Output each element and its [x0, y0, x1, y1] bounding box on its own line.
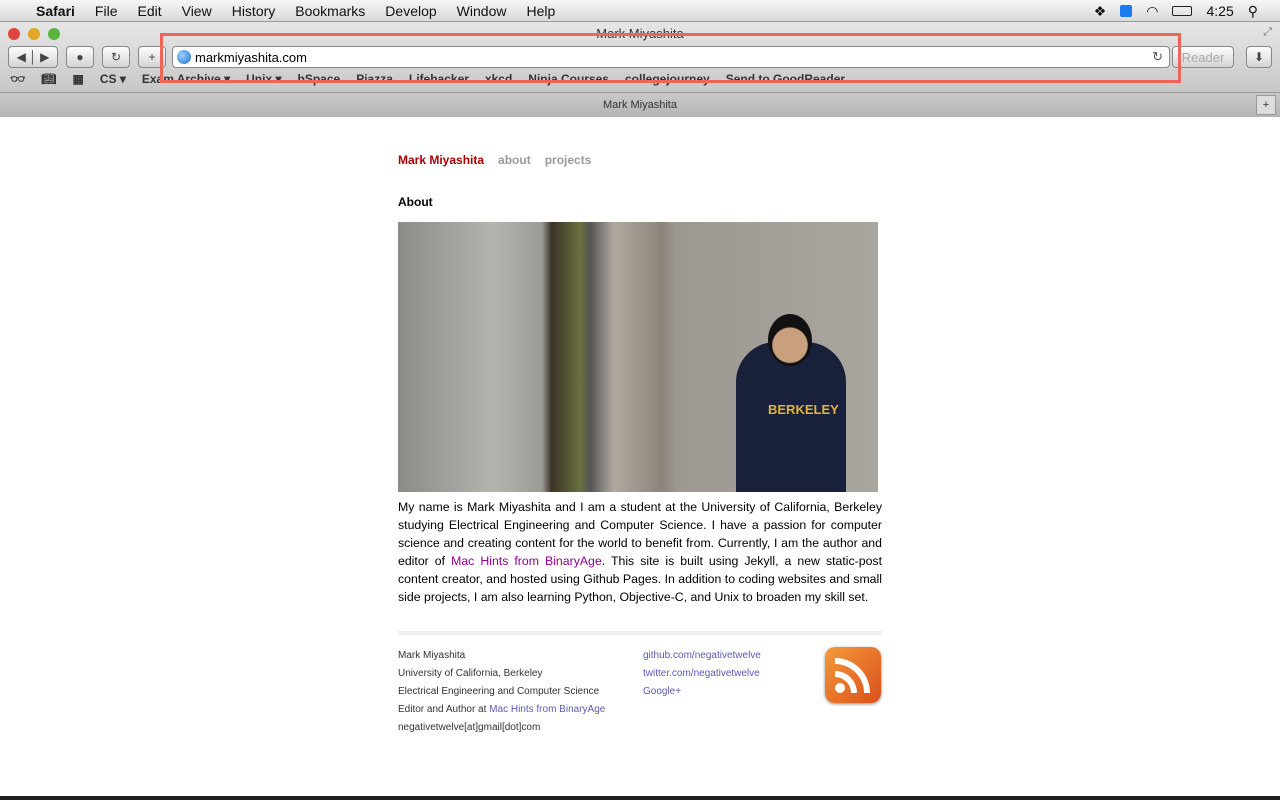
back-icon[interactable]: ◀	[17, 50, 26, 64]
back-forward-buttons[interactable]: ◀ │ ▶	[8, 46, 58, 68]
downloads-button[interactable]: ⬇	[1246, 46, 1272, 68]
sweatshirt-text: BERKELEY	[768, 402, 839, 417]
refresh-icon: ↻	[110, 50, 122, 64]
person-head	[768, 314, 812, 366]
bookmark-xkcd[interactable]: xkcd	[485, 72, 512, 86]
minimize-window-button[interactable]	[28, 28, 40, 40]
wifi-icon[interactable]: ◠	[1146, 3, 1158, 20]
url-text[interactable]: markmiyashita.com	[195, 50, 307, 65]
screen-bottom-edge	[0, 796, 1280, 800]
bookmark-goodreader[interactable]: Send to GoodReader	[726, 72, 845, 86]
bio-paragraph: My name is Mark Miyashita and I am a stu…	[398, 498, 882, 606]
menu-bar: Safari File Edit View History Bookmarks …	[0, 0, 1280, 22]
footer-links: github.com/negativetwelve twitter.com/ne…	[643, 647, 823, 737]
footer-school: University of California, Berkeley	[398, 668, 543, 679]
menu-view[interactable]: View	[182, 3, 212, 19]
rss-icon[interactable]	[825, 647, 881, 703]
google-plus-link[interactable]: Google+	[643, 686, 681, 697]
reading-list-icon[interactable]: 👓︎	[10, 72, 25, 86]
footer-name: Mark Miyashita	[398, 650, 466, 661]
bookmarks-bar: 👓︎ 📖︎ ▦ CS ▾ Exam Archive ▾ Unix ▾ bSpac…	[10, 72, 845, 86]
hand-button[interactable]: ●	[66, 46, 94, 68]
menu-develop[interactable]: Develop	[385, 3, 436, 19]
bookmark-bspace[interactable]: bSpace	[298, 72, 341, 86]
download-icon: ⬇	[1253, 50, 1265, 64]
bookmark-lifehacker[interactable]: Lifehacker	[409, 72, 469, 86]
menu-help[interactable]: Help	[526, 3, 555, 19]
browser-toolbar: Mark Miyashita ⤢ ◀ │ ▶ ● ↻ + markmiyashi…	[0, 22, 1280, 117]
clock[interactable]: 4:25	[1206, 3, 1233, 19]
footer-contact: Mark Miyashita University of California,…	[398, 647, 643, 737]
spotlight-icon[interactable]: ⚲	[1248, 3, 1258, 20]
dropbox-icon[interactable]: ❖	[1094, 3, 1107, 20]
address-bar[interactable]: markmiyashita.com ↻	[172, 46, 1170, 68]
menu-file[interactable]: File	[95, 3, 118, 19]
bookmark-ninja-courses[interactable]: Ninja Courses	[528, 72, 609, 86]
new-tab-button[interactable]: +	[1256, 95, 1276, 115]
bookmark-collegejourney[interactable]: collegejourney	[625, 72, 710, 86]
footer-email: negativetwelve[at]gmail[dot]com	[398, 722, 541, 733]
window-title: Mark Miyashita	[596, 26, 684, 41]
menu-bookmarks[interactable]: Bookmarks	[295, 3, 365, 19]
reader-button[interactable]: Reader	[1172, 46, 1234, 68]
reload-icon[interactable]: ↻	[1152, 49, 1163, 65]
forward-icon[interactable]: ▶	[40, 50, 49, 64]
footer-mac-hints-link[interactable]: Mac Hints from BinaryAge	[489, 704, 605, 715]
menu-edit[interactable]: Edit	[137, 3, 161, 19]
bookmark-exam-archive[interactable]: Exam Archive ▾	[142, 72, 230, 86]
refresh-button[interactable]: ↻	[102, 46, 130, 68]
footer-divider	[398, 631, 882, 635]
globe-icon	[177, 50, 191, 64]
bookmark-unix[interactable]: Unix ▾	[246, 72, 281, 86]
nav-home[interactable]: Mark Miyashita	[398, 153, 484, 167]
site-nav: Mark Miyashita about projects	[398, 153, 882, 167]
battery-icon[interactable]	[1172, 6, 1193, 16]
github-link[interactable]: github.com/negativetwelve	[643, 650, 761, 661]
hand-icon: ●	[76, 50, 84, 64]
footer-editor: Editor and Author at Mac Hints from Bina…	[398, 701, 643, 719]
menu-app[interactable]: Safari	[36, 3, 75, 19]
tab-active[interactable]: Mark Miyashita	[603, 99, 677, 111]
page-heading: About	[398, 195, 433, 209]
profile-photo: BERKELEY	[398, 222, 878, 492]
footer: Mark Miyashita University of California,…	[398, 647, 882, 737]
footer-major: Electrical Engineering and Computer Scie…	[398, 686, 600, 697]
plus-icon: +	[148, 50, 156, 64]
add-bookmark-button[interactable]: +	[138, 46, 166, 68]
menu-window[interactable]: Window	[457, 3, 507, 19]
bookmark-cs[interactable]: CS ▾	[100, 72, 126, 86]
nav-projects[interactable]: projects	[545, 153, 592, 167]
app-status-icon[interactable]	[1120, 5, 1133, 17]
editor-prefix: Editor and Author at	[398, 704, 490, 715]
fullscreen-icon[interactable]: ⤢	[1263, 26, 1272, 39]
twitter-link[interactable]: twitter.com/negativetwelve	[643, 668, 760, 679]
menu-history[interactable]: History	[232, 3, 276, 19]
mac-hints-link[interactable]: Mac Hints from BinaryAge	[451, 554, 602, 568]
bookmarks-icon[interactable]: 📖︎	[41, 72, 56, 86]
tab-bar: Mark Miyashita +	[0, 92, 1280, 117]
top-sites-icon[interactable]: ▦	[72, 72, 83, 86]
zoom-window-button[interactable]	[48, 28, 60, 40]
page-content: Mark Miyashita about projects About BERK…	[398, 118, 882, 737]
bookmark-piazza[interactable]: Piazza	[356, 72, 393, 86]
close-window-button[interactable]	[8, 28, 20, 40]
nav-about[interactable]: about	[498, 153, 531, 167]
